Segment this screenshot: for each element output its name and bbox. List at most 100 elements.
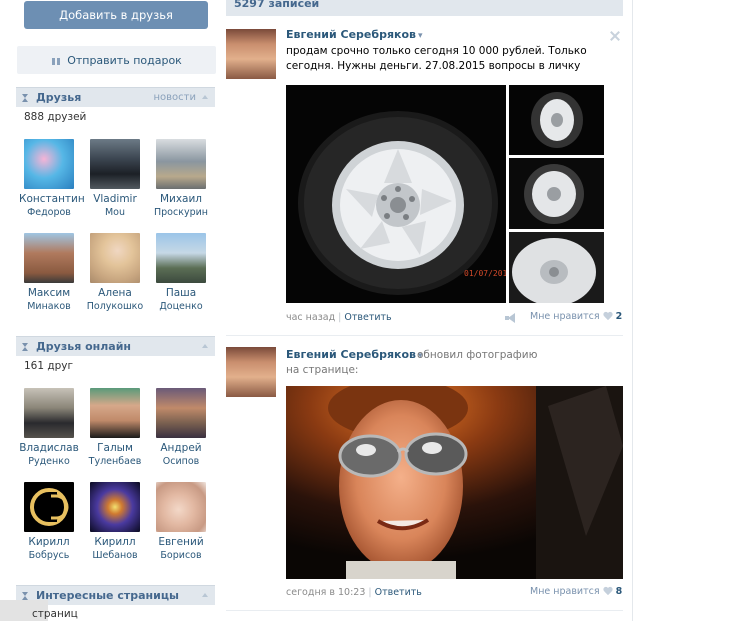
avatar[interactable] [156,388,206,438]
friend-card[interactable]: Кирилл Шебанов [85,482,145,562]
friend-first-name[interactable]: Паша [151,287,211,300]
post-photo-thumb[interactable] [509,85,604,155]
post-divider [226,335,623,336]
heart-icon[interactable] [603,312,613,321]
reply-link[interactable]: Ответить [344,312,391,323]
friend-first-name[interactable]: Евгений [151,536,211,549]
friend-first-name[interactable]: Алена [85,287,145,300]
friend-card[interactable]: Владислав Руденко [19,388,79,468]
like-label[interactable]: Мне нравится [530,311,600,322]
wheel-thumb-3 [509,232,604,303]
section-bullet-icon [22,342,29,351]
post-divider [226,610,623,611]
friend-last-name[interactable]: Федоров [19,206,79,219]
avatar[interactable] [90,233,140,283]
friend-first-name[interactable]: Кирилл [85,536,145,549]
friend-first-name[interactable]: Кирилл [19,536,79,549]
friends-header[interactable]: Друзья новости [16,87,215,107]
friends-count[interactable]: 888 друзей [24,111,86,123]
like-button[interactable]: Мне нравится 8 [530,586,622,597]
friend-last-name[interactable]: Туленбаев [85,455,145,468]
dropdown-arrow-icon[interactable]: ▾ [418,31,423,41]
friend-first-name[interactable]: Андрей [151,442,211,455]
post-photo-thumb[interactable] [509,158,604,229]
friend-last-name[interactable]: Минаков [19,300,79,313]
interesting-pages-title[interactable]: Интересные страницы [36,589,179,602]
avatar[interactable] [24,233,74,283]
author-avatar[interactable] [226,347,276,397]
friend-card[interactable]: Vladimir Mou [85,139,145,219]
post-meta: сегодня в 10:23 | Ответить [286,587,422,598]
send-gift-button[interactable]: Отправить подарок [17,46,216,74]
friend-last-name[interactable]: Полукошко [85,300,145,313]
author-avatar[interactable] [226,29,276,79]
avatar[interactable] [24,482,74,532]
avatar[interactable] [156,482,206,532]
friend-card[interactable]: Кирилл Бобрусь [19,482,79,562]
avatar[interactable] [156,233,206,283]
friend-last-name[interactable]: Борисов [151,549,211,562]
post-text: продам срочно только сегодня 10 000 рубл… [286,45,587,72]
post-photo-thumb[interactable] [509,232,604,303]
avatar[interactable] [156,139,206,189]
post-author[interactable]: Евгений Серебряков ▾ [286,28,423,41]
avatar[interactable] [90,388,140,438]
friend-first-name[interactable]: Vladimir [85,193,145,206]
friend-card[interactable]: Евгений Борисов [151,482,211,562]
interesting-pages-count[interactable]: страниц [32,608,78,620]
friend-last-name[interactable]: Руденко [19,455,79,468]
friend-card[interactable]: Максим Минаков [19,233,79,313]
friend-last-name[interactable]: Проскурин [151,206,211,219]
post-meta: час назад | Ответить [286,312,392,323]
friends-online-title[interactable]: Друзья онлайн [36,340,131,353]
avatar[interactable] [24,388,74,438]
like-count[interactable]: 2 [616,311,623,322]
post-author-name[interactable]: Евгений Серебряков [286,28,416,41]
friends-news-link[interactable]: новости [154,92,197,103]
friends-online-header[interactable]: Друзья онлайн [16,336,215,356]
friend-last-name[interactable]: Mou [85,206,145,219]
friend-last-name[interactable]: Осипов [151,455,211,468]
megaphone-icon[interactable] [505,313,517,323]
friend-last-name[interactable]: Доценко [151,300,211,313]
send-gift-label: Отправить подарок [67,53,182,67]
post-time[interactable]: час назад [286,312,335,323]
friends-title[interactable]: Друзья [36,91,81,104]
friend-first-name[interactable]: Михаил [151,193,211,206]
collapse-arrow-icon[interactable] [202,94,209,101]
friends-online-count[interactable]: 161 друг [24,360,73,372]
post-action-text: обновил фотографию на странице: [286,349,538,376]
close-icon[interactable] [610,31,620,41]
like-button[interactable]: Мне нравится 2 [530,311,622,322]
like-count[interactable]: 8 [616,586,623,597]
collapse-arrow-icon[interactable] [202,592,209,599]
friend-card[interactable]: Паша Доценко [151,233,211,313]
collapse-arrow-icon[interactable] [202,343,209,350]
wall-header[interactable]: 5297 записей [226,0,623,16]
friend-first-name[interactable]: Галым [85,442,145,455]
friend-first-name[interactable]: Константин [19,193,85,206]
friend-card[interactable]: Константин Федоров [19,139,85,219]
gift-icon [51,55,61,65]
friend-card[interactable]: Алена Полукошко [85,233,145,313]
friend-first-name[interactable]: Владислав [19,442,79,455]
avatar[interactable] [24,139,74,189]
avatar[interactable] [90,482,140,532]
friend-first-name[interactable]: Максим [19,287,79,300]
friend-card[interactable]: Андрей Осипов [151,388,211,468]
friend-last-name[interactable]: Бобрусь [19,549,79,562]
post-photo-selfie[interactable] [286,386,623,579]
add-friend-button[interactable]: Добавить в друзья [24,1,208,29]
friend-last-name[interactable]: Шебанов [85,549,145,562]
heart-icon[interactable] [603,587,613,596]
post-photo-main[interactable]: 01/07/201 [286,85,506,303]
reply-link[interactable]: Ответить [375,587,422,598]
wall-post-count[interactable]: 5297 записей [234,0,319,10]
friend-card[interactable]: Галым Туленбаев [85,388,145,468]
post-time[interactable]: сегодня в 10:23 [286,587,365,598]
avatar[interactable] [90,139,140,189]
like-label[interactable]: Мне нравится [530,586,600,597]
photo-date-stamp: 01/07/201 [464,269,506,278]
friend-card[interactable]: Михаил Проскурин [151,139,211,219]
left-column: Добавить в друзья Отправить подарок Друз… [0,0,224,621]
